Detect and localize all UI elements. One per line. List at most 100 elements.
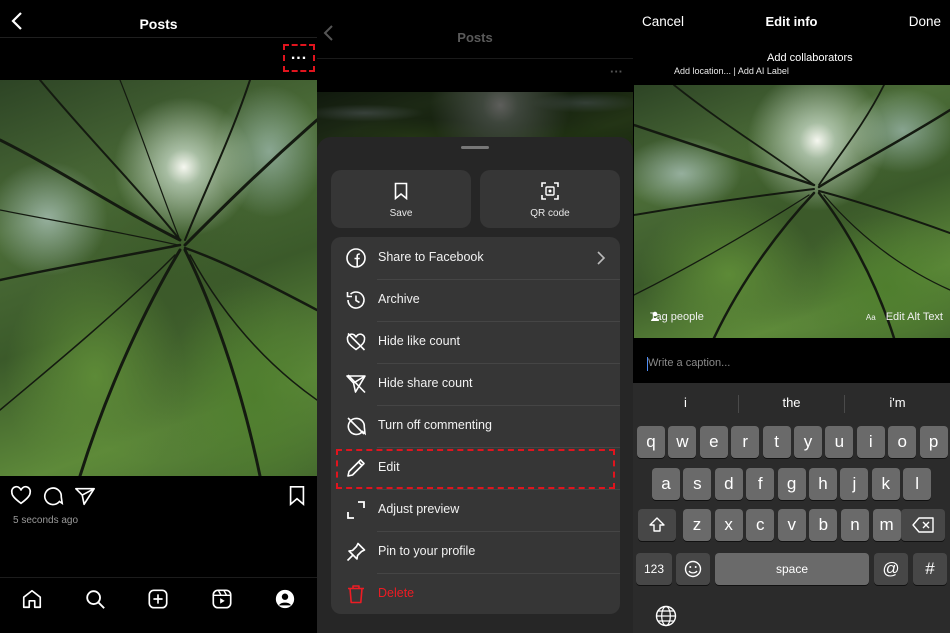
key-u[interactable]: u bbox=[825, 426, 854, 458]
header-divider bbox=[0, 37, 317, 38]
key-m[interactable]: m bbox=[872, 509, 901, 541]
emoji-icon bbox=[684, 560, 702, 578]
bookmark-icon bbox=[394, 182, 408, 200]
menu-item-label: Pin to your profile bbox=[378, 544, 476, 558]
share-send-icon[interactable] bbox=[74, 485, 96, 507]
save-tile-button[interactable]: Save bbox=[331, 170, 471, 228]
menu-item-label: Hide share count bbox=[378, 376, 473, 390]
alt-text-icon: Aa bbox=[865, 312, 876, 322]
menu-item-adjust-preview[interactable]: Adjust preview bbox=[331, 489, 620, 531]
crop-icon bbox=[347, 501, 365, 519]
key-p[interactable]: p bbox=[919, 426, 948, 458]
key-i[interactable]: i bbox=[856, 426, 885, 458]
reels-icon[interactable] bbox=[211, 588, 233, 610]
menu-item-hide-share-count[interactable]: Hide share count bbox=[331, 363, 620, 405]
menu-item-label: Share to Facebook bbox=[378, 250, 484, 264]
menu-item-share-to-facebook[interactable]: Share to Facebook bbox=[331, 237, 620, 279]
key-k[interactable]: k bbox=[871, 468, 900, 500]
search-icon[interactable] bbox=[84, 588, 106, 610]
key-c[interactable]: c bbox=[746, 509, 775, 541]
add-collaborators-link[interactable]: Add collaborators bbox=[767, 52, 853, 64]
edit-alt-text-button[interactable]: Aa Edit Alt Text bbox=[866, 311, 943, 323]
key-b[interactable]: b bbox=[809, 509, 838, 541]
key-w[interactable]: w bbox=[668, 426, 697, 458]
suggestion-the[interactable]: the bbox=[739, 395, 844, 410]
globe-icon[interactable] bbox=[655, 605, 677, 627]
options-bottom-sheet: Save QR code Share to Facebook Archive H… bbox=[317, 137, 633, 633]
cancel-button[interactable]: Cancel bbox=[642, 14, 684, 29]
create-icon[interactable] bbox=[147, 588, 169, 610]
key-h[interactable]: h bbox=[809, 468, 837, 500]
menu-item-delete[interactable]: Delete bbox=[331, 573, 620, 615]
key-a[interactable]: a bbox=[652, 468, 680, 500]
backspace-icon bbox=[912, 517, 934, 533]
location-ai-label-links[interactable]: Add location... | Add AI Label bbox=[674, 66, 789, 76]
key-z[interactable]: z bbox=[683, 509, 711, 541]
archive-icon bbox=[346, 291, 365, 309]
on-screen-keyboard: i the i'm qwertyuiopasdfghjklzxcvbnm 123… bbox=[633, 383, 950, 633]
key-d[interactable]: d bbox=[714, 468, 743, 500]
facebook-icon bbox=[346, 248, 366, 268]
key-x[interactable]: x bbox=[714, 509, 743, 541]
post-timestamp: 5 seconds ago bbox=[13, 515, 79, 526]
key-g[interactable]: g bbox=[777, 468, 806, 500]
post-photo: Tag people Aa Edit Alt Text bbox=[634, 85, 950, 338]
menu-item-turn-off-commenting[interactable]: Turn off commenting bbox=[331, 405, 620, 447]
key-e[interactable]: e bbox=[699, 426, 728, 458]
pin-icon bbox=[346, 542, 366, 562]
edit-highlight-box bbox=[336, 449, 615, 489]
tag-people-button[interactable]: Tag people bbox=[650, 311, 704, 323]
emoji-key[interactable] bbox=[676, 553, 710, 585]
options-list: Share to Facebook Archive Hide like coun… bbox=[331, 237, 620, 614]
key-r[interactable]: r bbox=[731, 426, 760, 458]
more-options-icon: ... bbox=[290, 46, 308, 63]
qr-code-icon bbox=[541, 182, 559, 200]
menu-item-label: Adjust preview bbox=[378, 502, 460, 516]
menu-item-pin-to-profile[interactable]: Pin to your profile bbox=[331, 531, 620, 573]
at-key[interactable]: @ bbox=[874, 553, 908, 585]
key-o[interactable]: o bbox=[888, 426, 917, 458]
menu-item-label: Archive bbox=[378, 292, 420, 306]
done-button[interactable]: Done bbox=[909, 14, 941, 29]
header-divider bbox=[317, 58, 633, 59]
key-v[interactable]: v bbox=[777, 509, 806, 541]
menu-item-archive[interactable]: Archive bbox=[331, 279, 620, 321]
key-j[interactable]: j bbox=[840, 468, 869, 500]
bookmark-icon[interactable] bbox=[286, 485, 308, 507]
like-heart-icon[interactable] bbox=[10, 485, 32, 507]
qr-code-tile-button[interactable]: QR code bbox=[480, 170, 620, 228]
menu-item-hide-like-count[interactable]: Hide like count bbox=[331, 321, 620, 363]
qr-code-tile-label: QR code bbox=[530, 208, 570, 219]
backspace-key[interactable] bbox=[901, 509, 945, 541]
comment-bubble-icon[interactable] bbox=[42, 485, 64, 507]
suggestion-i[interactable]: i bbox=[633, 395, 738, 410]
comment-off-icon bbox=[347, 417, 367, 436]
space-key[interactable]: space bbox=[715, 553, 869, 585]
save-tile-label: Save bbox=[389, 208, 413, 219]
chevron-right-icon bbox=[597, 251, 606, 265]
sheet-grab-handle[interactable] bbox=[461, 146, 489, 149]
post-photo bbox=[0, 80, 317, 476]
shift-arrow-icon bbox=[649, 517, 665, 532]
page-title: Posts bbox=[139, 16, 178, 32]
key-n[interactable]: n bbox=[841, 509, 869, 541]
shift-key[interactable] bbox=[638, 509, 676, 541]
numbers-key[interactable]: 123 bbox=[636, 553, 672, 585]
key-t[interactable]: t bbox=[762, 426, 791, 458]
home-icon[interactable] bbox=[21, 588, 43, 610]
trash-icon bbox=[348, 585, 364, 604]
key-f[interactable]: f bbox=[746, 468, 775, 500]
menu-item-label: Turn off commenting bbox=[378, 418, 492, 432]
hide-share-icon bbox=[346, 374, 366, 394]
key-q[interactable]: q bbox=[637, 426, 665, 458]
profile-icon[interactable] bbox=[274, 588, 296, 610]
key-y[interactable]: y bbox=[794, 426, 822, 458]
more-options-button[interactable]: ... bbox=[283, 44, 315, 72]
caption-input[interactable]: Write a caption... bbox=[648, 357, 730, 369]
hash-key[interactable]: # bbox=[913, 553, 947, 585]
key-s[interactable]: s bbox=[683, 468, 712, 500]
hide-like-icon bbox=[346, 332, 366, 351]
key-l[interactable]: l bbox=[903, 468, 932, 500]
person-icon bbox=[651, 311, 659, 321]
suggestion-im[interactable]: i'm bbox=[845, 395, 950, 410]
